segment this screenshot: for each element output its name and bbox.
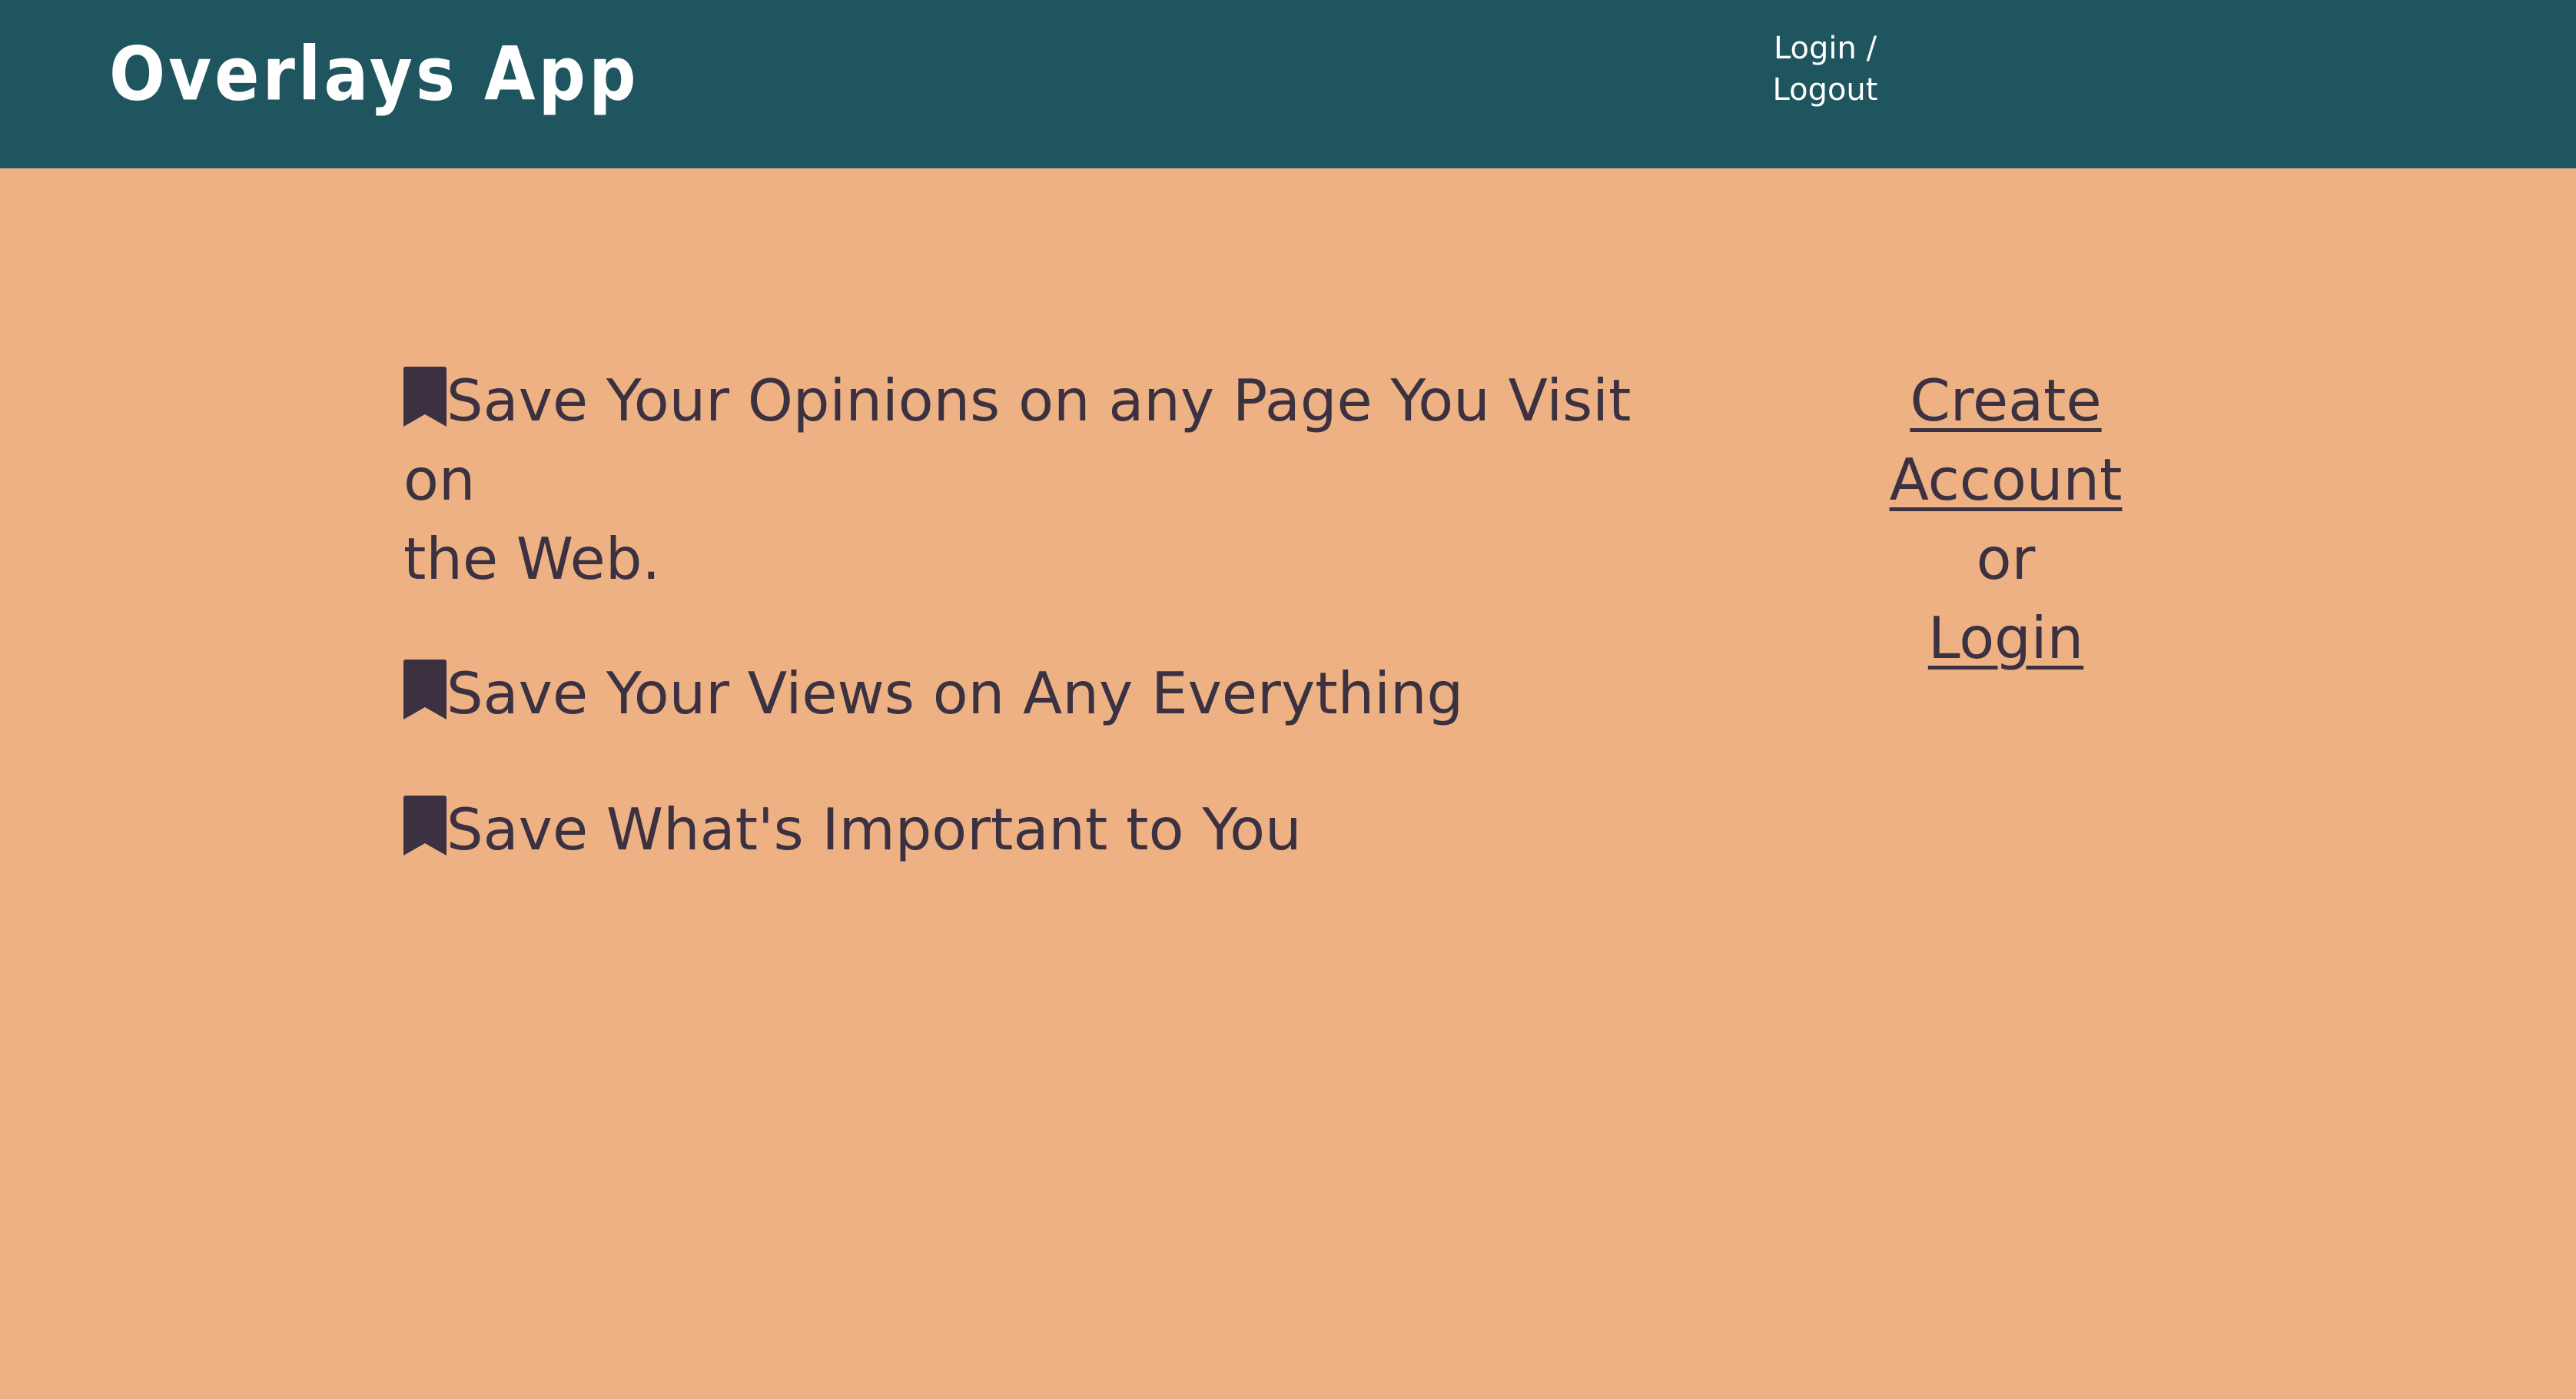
bookmark-icon — [403, 367, 446, 427]
feature-item-views: Save Your Views on Any Everything — [403, 654, 1710, 733]
feature-text: Save Your Views on Any Everything — [446, 660, 1464, 727]
login-logout-link[interactable]: Login / Logout — [1768, 28, 1883, 111]
app-brand-title[interactable]: Overlays App — [109, 31, 639, 120]
feature-text: Save What's Important to You — [446, 796, 1302, 863]
top-header: Overlays App Login / Logout — [0, 0, 2576, 168]
login-logout-line1: Login / — [1773, 31, 1877, 66]
bookmark-icon — [403, 796, 446, 856]
bookmark-icon — [403, 660, 446, 719]
create-account-line1: Create — [1910, 367, 2102, 434]
feature-item-opinions: Save Your Opinions on any Page You Visit… — [403, 361, 1710, 599]
create-account-line2: Account — [1889, 446, 2123, 513]
login-logout-line2: Logout — [1772, 72, 1878, 108]
feature-list: Save Your Opinions on any Page You Visit… — [403, 361, 1710, 925]
account-cta: Create Account or Login — [1837, 361, 2175, 678]
feature-item-important: Save What's Important to You — [403, 790, 1710, 869]
feature-text-line1: Save Your Opinions on any Page You Visit… — [403, 367, 1632, 513]
or-separator: or — [1976, 525, 2036, 593]
create-account-link[interactable]: Create Account — [1837, 361, 2175, 520]
login-link[interactable]: Login — [1837, 599, 2175, 678]
feature-text-line2: the Web. — [403, 525, 661, 593]
